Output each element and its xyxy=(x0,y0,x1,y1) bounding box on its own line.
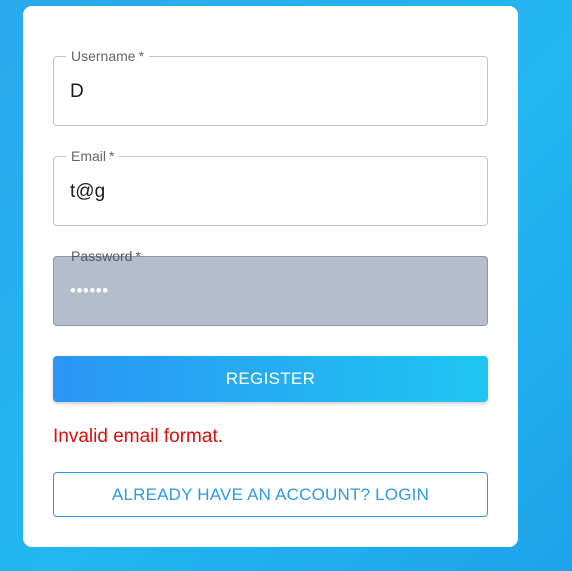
email-label: Email * xyxy=(66,148,120,164)
username-field[interactable]: Username * D xyxy=(53,48,488,126)
error-message: Invalid email format. xyxy=(53,426,224,447)
register-button[interactable]: REGISTER xyxy=(53,356,488,402)
email-field[interactable]: Email * t@g xyxy=(53,148,488,226)
password-value: •••••• xyxy=(70,281,109,300)
username-value: D xyxy=(70,81,84,102)
password-label: Password * xyxy=(71,248,141,264)
login-link-button[interactable]: ALREADY HAVE AN ACCOUNT? LOGIN xyxy=(53,472,488,517)
register-card: Username * D Email * t@g Password * •••••• … xyxy=(23,6,518,547)
username-label: Username * xyxy=(66,48,150,64)
email-value: t@g xyxy=(70,181,106,202)
password-field[interactable]: Password * •••••• xyxy=(53,248,488,326)
